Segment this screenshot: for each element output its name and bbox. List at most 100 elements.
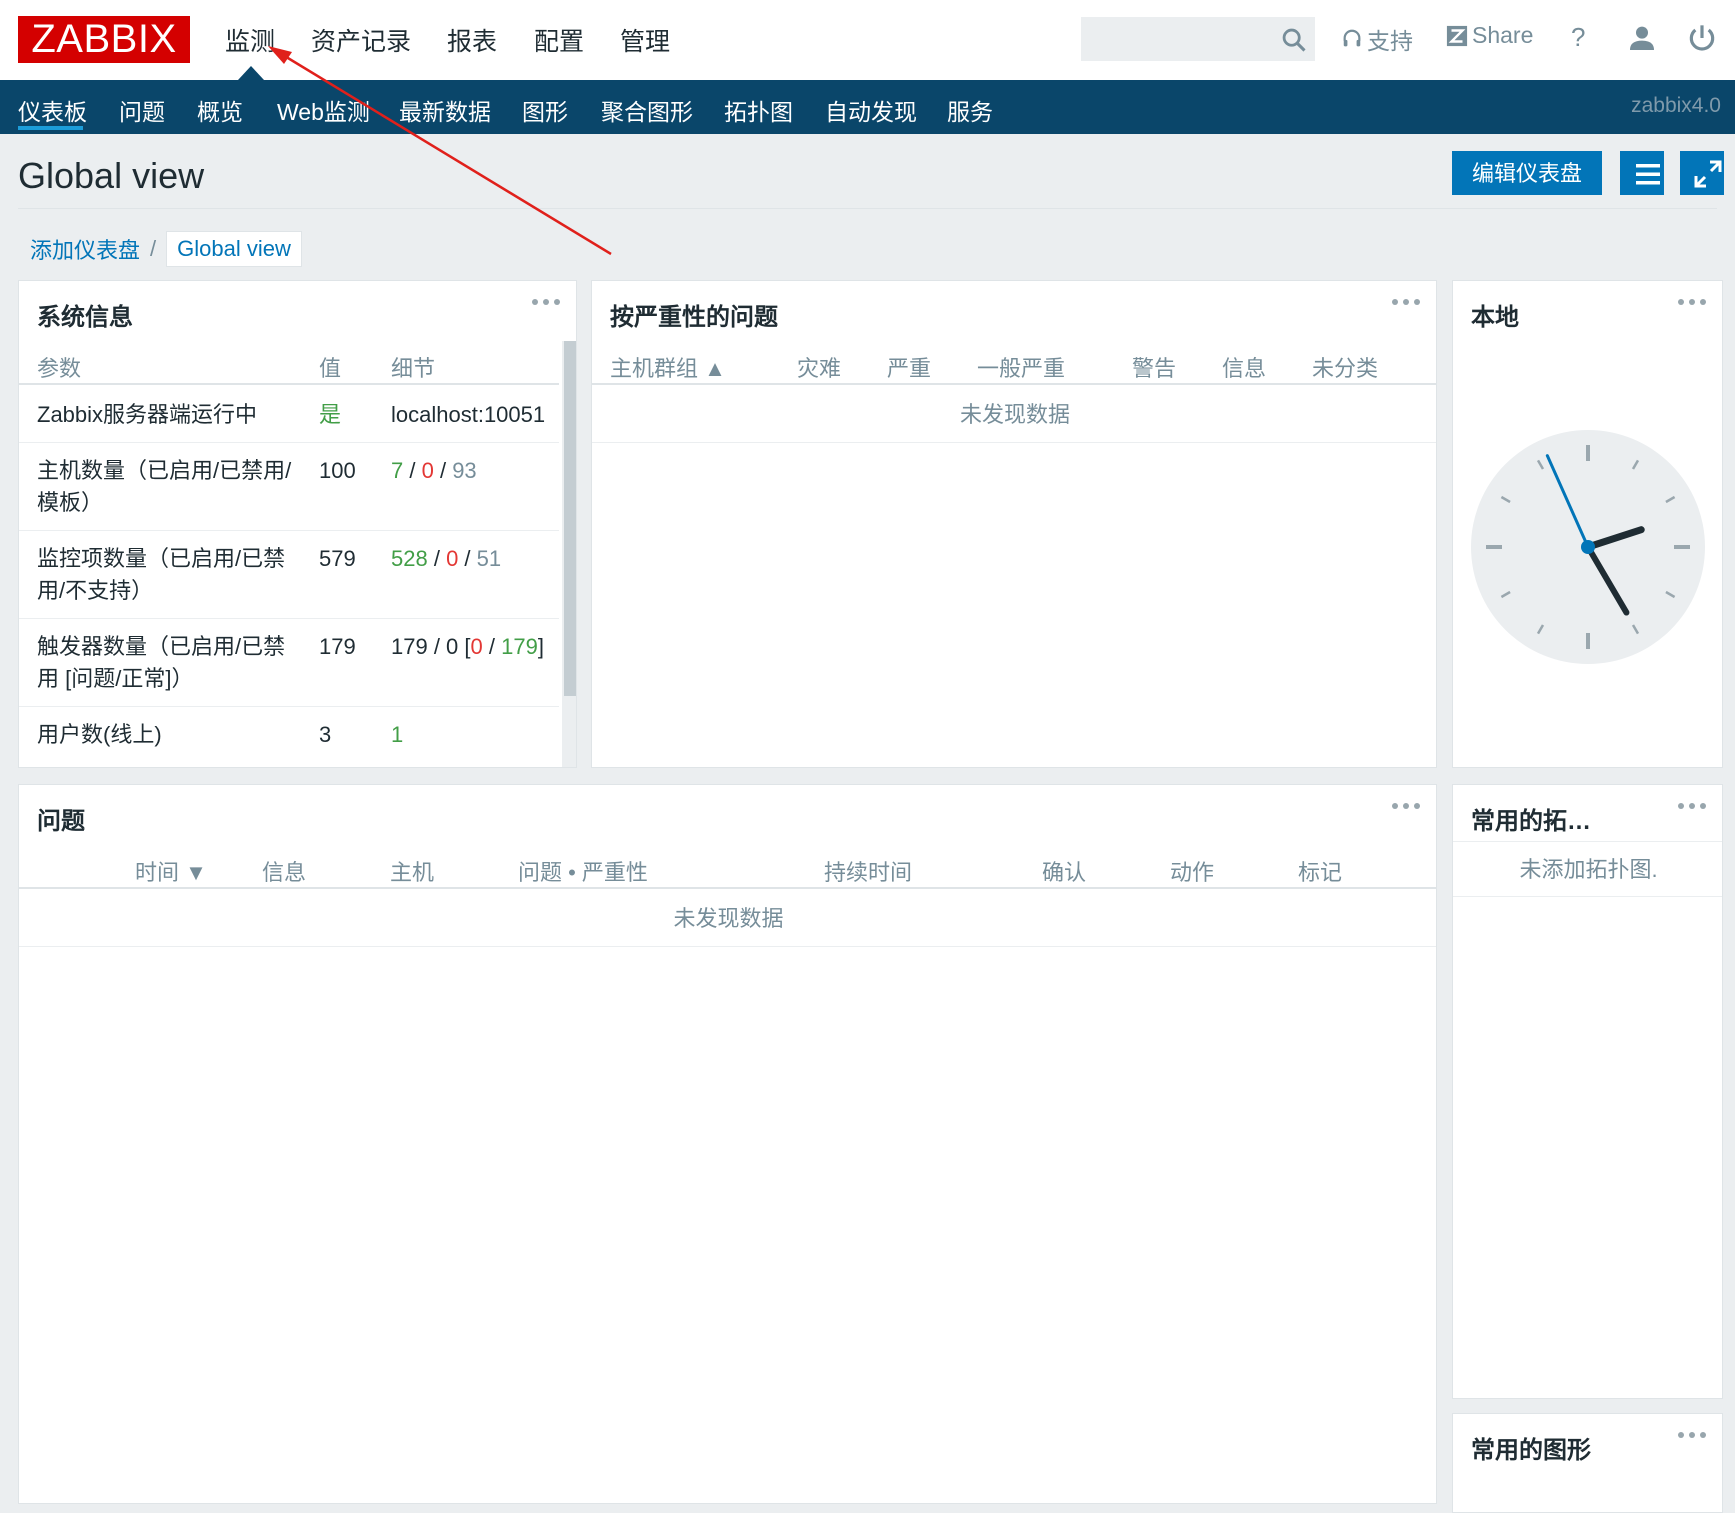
breadcrumb-dashboards-link[interactable]: 添加仪表盘 <box>30 233 140 265</box>
col-disaster: 灾难 <box>797 356 842 381</box>
dashboard-actions-menu-button[interactable] <box>1620 151 1664 195</box>
fullscreen-button[interactable] <box>1680 151 1724 195</box>
nav-administration[interactable]: 管理 <box>620 22 670 58</box>
col-host: 主机 <box>390 860 435 885</box>
analog-clock-icon <box>1471 430 1705 664</box>
subnav-dashboard[interactable]: 仪表板 <box>18 93 87 127</box>
version-label: zabbix4.0 <box>1631 94 1721 117</box>
table-header: 时间 ▼ 信息 主机 问题 • 严重性 持续时间 确认 动作 标记 <box>19 845 1436 889</box>
nav-monitoring[interactable]: 监测 <box>225 22 275 58</box>
scrollbar-thumb[interactable] <box>564 341 576 696</box>
breadcrumb-separator: / <box>150 236 157 261</box>
support-link[interactable]: 支持 <box>1341 22 1413 56</box>
title-divider <box>18 208 1717 209</box>
search-input[interactable] <box>1082 18 1272 58</box>
support-label: 支持 <box>1367 28 1413 54</box>
table-row: 用户数(线上) 3 1 <box>19 707 559 763</box>
share-label: Share <box>1472 22 1534 48</box>
search-icon[interactable] <box>1280 26 1308 54</box>
no-data-message: 未发现数据 <box>592 387 1436 443</box>
subnav-web[interactable]: Web监测 <box>277 93 370 127</box>
table-row: 触发器数量（已启用/已禁用 [问题/正常]） 179 179 / 0 [0 / … <box>19 619 559 707</box>
fullscreen-expand-icon <box>1694 160 1722 188</box>
breadcrumb-current[interactable]: Global view <box>166 231 302 267</box>
subnav-screens[interactable]: 聚合图形 <box>601 93 693 127</box>
help-link[interactable]: ? <box>1571 22 1585 53</box>
search-box <box>1081 17 1315 61</box>
active-nav-caret <box>238 66 264 80</box>
active-tab-indicator <box>18 126 83 130</box>
widget-problems: 问题 时间 ▼ 信息 主机 问题 • 严重性 持续时间 确认 动作 标记 未发现… <box>18 784 1437 1504</box>
table-row: 主机数量（已启用/已禁用/模板） 100 7 / 0 / 93 <box>19 443 559 531</box>
widget-title: 系统信息 <box>37 304 133 331</box>
widget-options-icon[interactable] <box>1392 799 1426 813</box>
zabbix-logo[interactable]: ZABBIX <box>18 16 190 63</box>
table-row: Zabbix服务器端运行中 是 localhost:10051 <box>19 387 559 443</box>
share-z-icon <box>1446 25 1468 46</box>
col-tags: 标记 <box>1298 860 1343 885</box>
widget-title: 按严重性的问题 <box>610 304 778 331</box>
widget-favourite-maps: 常用的拓… 未添加拓扑图. <box>1452 784 1723 1399</box>
user-profile-icon[interactable] <box>1626 22 1658 54</box>
param: 用户数(线上) <box>37 722 162 747</box>
col-warning: 警告 <box>1132 356 1177 381</box>
col-average: 一般严重 <box>977 356 1066 381</box>
col-problem-severity: 问题 • 严重性 <box>518 860 648 885</box>
subnav-problems[interactable]: 问题 <box>119 93 165 127</box>
widget-system-information: 系统信息 参数 值 细节 Zabbix服务器端运行中 是 localhost:1… <box>18 280 577 768</box>
subnav-discovery[interactable]: 自动发现 <box>825 93 917 127</box>
widget-favourite-graphs: 常用的图形 <box>1452 1413 1723 1513</box>
edit-dashboard-button[interactable]: 编辑仪表盘 <box>1452 151 1602 195</box>
clock-center <box>1581 540 1595 554</box>
page-title: Global view <box>18 155 205 196</box>
col-info: 信息 <box>262 860 307 885</box>
headset-icon <box>1343 29 1361 47</box>
widget-title: 本地 <box>1471 304 1519 331</box>
widget-options-icon[interactable] <box>1678 1428 1712 1442</box>
col-not-classified: 未分类 <box>1312 356 1379 381</box>
table-header: 主机群组 ▲ 灾难 严重 一般严重 警告 信息 未分类 <box>592 341 1436 385</box>
col-actions: 动作 <box>1170 860 1215 885</box>
share-link[interactable]: Share <box>1446 22 1533 49</box>
no-data-message: 未发现数据 <box>19 891 1436 947</box>
param: Zabbix服务器端运行中 <box>37 402 258 427</box>
breadcrumb: 添加仪表盘 / Global view <box>30 230 302 268</box>
widget-title: 常用的图形 <box>1471 1437 1591 1464</box>
sign-out-power-icon[interactable] <box>1686 22 1718 54</box>
param: 主机数量（已启用/已禁用/模板） <box>37 458 292 515</box>
widget-title: 常用的拓… <box>1471 808 1591 835</box>
menu-icon <box>1636 164 1660 185</box>
widget-options-icon[interactable] <box>532 295 566 309</box>
no-maps-message: 未添加拓扑图. <box>1453 841 1722 897</box>
widget-title: 问题 <box>37 808 85 835</box>
value: 100 <box>319 458 356 483</box>
param: 监控项数量（已启用/已禁用/不支持） <box>37 546 286 603</box>
subnav-maps[interactable]: 拓扑图 <box>724 93 793 127</box>
nav-inventory[interactable]: 资产记录 <box>311 22 411 58</box>
detail: localhost:10051 <box>391 402 546 427</box>
subnav-latest-data[interactable]: 最新数据 <box>399 93 491 127</box>
subnav-overview[interactable]: 概览 <box>197 93 243 127</box>
col-host-group[interactable]: 主机群组 ▲ <box>610 351 726 383</box>
nav-configuration[interactable]: 配置 <box>534 22 584 58</box>
col-parameter: 参数 <box>37 356 82 381</box>
sub-nav: 仪表板 问题 概览 Web监测 最新数据 图形 聚合图形 拓扑图 自动发现 服务… <box>0 80 1735 134</box>
detail: 179 / 0 [0 / 179] <box>391 634 544 659</box>
subnav-services[interactable]: 服务 <box>947 93 993 127</box>
widget-options-icon[interactable] <box>1392 295 1426 309</box>
col-duration: 持续时间 <box>824 860 913 885</box>
col-details: 细节 <box>391 356 436 381</box>
value: 179 <box>319 634 356 659</box>
help-icon: ? <box>1571 22 1586 52</box>
widget-options-icon[interactable] <box>1678 295 1712 309</box>
widget-clock: 本地 <box>1452 280 1723 768</box>
detail: 1 <box>391 722 404 747</box>
col-time[interactable]: 时间 ▼ <box>135 855 207 887</box>
subnav-graphs[interactable]: 图形 <box>522 93 568 127</box>
widget-options-icon[interactable] <box>1678 799 1712 813</box>
nav-reports[interactable]: 报表 <box>447 22 497 58</box>
value: 3 <box>319 722 332 747</box>
col-ack: 确认 <box>1042 860 1087 885</box>
value: 是 <box>319 402 342 427</box>
top-header: ZABBIX 监测 资产记录 报表 配置 管理 支持 Share ? <box>0 0 1735 80</box>
